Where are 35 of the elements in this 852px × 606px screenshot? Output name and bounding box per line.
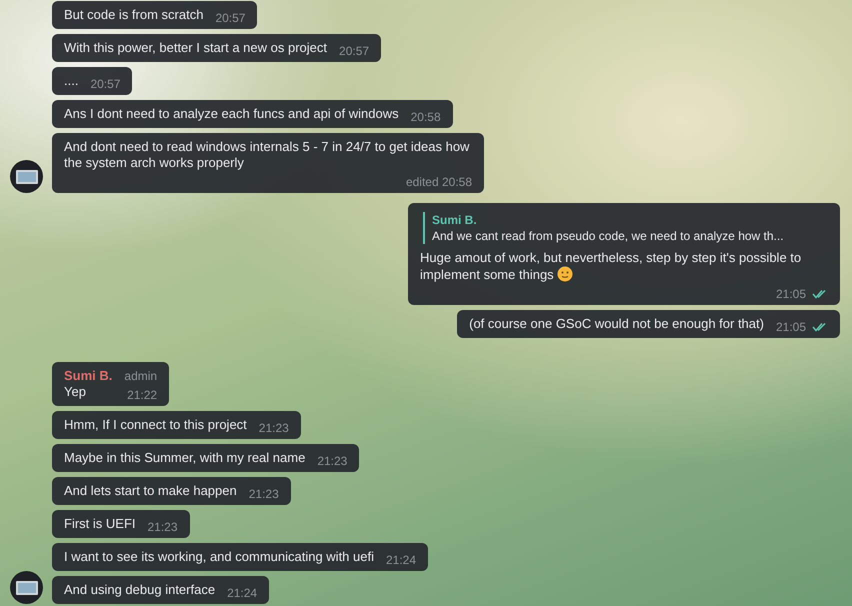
message-time: 20:57: [90, 76, 120, 92]
message-text: (of course one GSoC would not be enough for that): [469, 316, 764, 332]
reply-text: And we cant read from pseudo code, we need to analyze how th...: [432, 228, 785, 244]
message-time: 20:57: [339, 43, 370, 59]
message-text: And lets start to make happen: [64, 483, 237, 499]
message-text: ....: [64, 73, 78, 89]
message-time: 21:05: [776, 286, 806, 302]
message-time: 21:23: [317, 453, 348, 469]
message-time: 21:24: [227, 585, 258, 601]
message-time: 21:23: [248, 486, 279, 502]
admin-label: admin: [124, 368, 158, 384]
message-text: Ans I dont need to analyze each funcs and api of windows: [64, 106, 399, 122]
message-time: edited 20:58: [406, 174, 472, 190]
message-time: 21:24: [386, 552, 416, 568]
message-time: 21:23: [148, 519, 178, 535]
message-text: And using debug interface: [64, 582, 216, 598]
message-text: Maybe in this Summer, with my real name: [64, 450, 306, 466]
message-time: 21:22: [127, 387, 158, 403]
message-text: First is UEFI: [64, 516, 136, 532]
message-time: 21:23: [258, 420, 289, 436]
message-text: Hmm, If I connect to this project: [64, 417, 247, 433]
message-text: I want to see its working, and communicating with uefi: [64, 549, 374, 565]
message-time: 21:05: [776, 319, 806, 335]
message-time: 20:57: [215, 10, 246, 26]
message-text: Huge amout of work, but nevertheless, step by step it's possible to implement some things: [420, 250, 802, 283]
message-time: 20:58: [410, 109, 441, 125]
message-text: Yep: [64, 384, 86, 400]
message-text: But code is from scratch: [64, 7, 204, 23]
avatar-icon[interactable]: [10, 571, 43, 604]
reply-sender: Sumi B.: [432, 212, 478, 228]
message-text: With this power, better I start a new os project: [64, 40, 328, 56]
avatar-icon[interactable]: [10, 160, 43, 193]
reply-quote[interactable]: Sumi B. And we cant read from pseudo code, we need to analyze how th...: [423, 212, 828, 244]
sender-name[interactable]: Sumi B.: [64, 368, 112, 384]
message-text: And dont need to read windows internals 5 - 7 in 24/7 to get ideas how the system arch works properly: [64, 139, 470, 171]
